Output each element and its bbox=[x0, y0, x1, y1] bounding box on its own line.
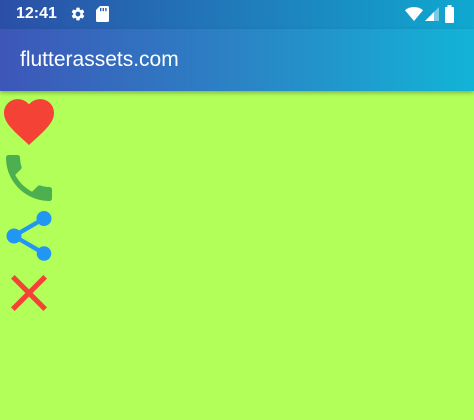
sd-card-icon bbox=[96, 6, 109, 22]
app-screen: 12:41 flutterassets.com bbox=[0, 0, 474, 420]
status-bar: 12:41 bbox=[0, 0, 474, 29]
icon-list bbox=[0, 91, 474, 420]
status-time: 12:41 bbox=[16, 5, 57, 22]
share-icon bbox=[6, 211, 52, 261]
signal-icon bbox=[425, 7, 439, 21]
phone-icon bbox=[6, 155, 52, 201]
battery-icon bbox=[445, 5, 454, 23]
close-icon bbox=[11, 275, 47, 311]
app-title: flutterassets.com bbox=[20, 48, 179, 71]
app-bar: flutterassets.com bbox=[0, 29, 474, 91]
settings-icon bbox=[71, 7, 85, 21]
heart-icon bbox=[4, 99, 54, 145]
wifi-icon bbox=[405, 7, 423, 21]
